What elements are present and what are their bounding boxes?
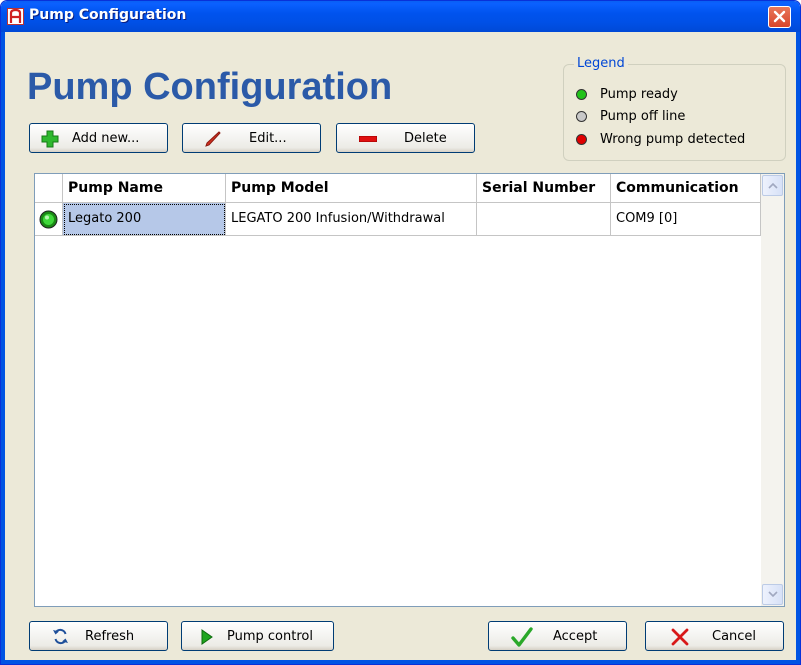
delete-button[interactable]: Delete [336, 123, 475, 153]
column-header-serial-number-label: Serial Number [482, 180, 596, 196]
legend-title: Legend [574, 56, 628, 71]
cancel-button[interactable]: Cancel [645, 621, 784, 651]
close-icon [773, 10, 786, 23]
window-frame-bottom [1, 660, 800, 664]
pump-model-value: LEGATO 200 Infusion/Withdrawal [231, 211, 445, 226]
minus-icon [359, 136, 377, 142]
column-header-pump-name[interactable]: Pump Name [63, 174, 226, 203]
app-letter-a-icon [7, 8, 24, 25]
vertical-scrollbar[interactable] [761, 174, 784, 606]
red-status-dot-icon [576, 134, 587, 145]
table-row-serial-number[interactable] [477, 203, 611, 236]
pump-control-label: Pump control [227, 629, 313, 644]
table-row-pump-name[interactable]: Legato 200 [63, 203, 226, 236]
window-title: Pump Configuration [29, 7, 187, 23]
plus-icon [41, 130, 59, 148]
scroll-down-button[interactable] [762, 584, 783, 605]
chevron-down-icon [768, 591, 778, 598]
scroll-up-button[interactable] [762, 175, 783, 196]
chevron-up-icon [768, 182, 778, 189]
pump-control-button[interactable]: Pump control [181, 621, 334, 651]
cancel-label: Cancel [712, 629, 757, 644]
add-new-button[interactable]: Add new... [29, 123, 168, 153]
refresh-icon [53, 628, 68, 645]
x-cancel-icon [671, 628, 689, 646]
column-header-pump-name-label: Pump Name [68, 180, 163, 196]
table-row-status-cell[interactable] [35, 203, 63, 236]
gray-status-dot-icon [576, 111, 587, 122]
column-header-serial-number[interactable]: Serial Number [477, 174, 611, 203]
pump-table[interactable]: Pump Name Pump Model Serial Number Commu… [34, 173, 785, 607]
column-header-pump-model[interactable]: Pump Model [226, 174, 477, 203]
refresh-label: Refresh [85, 629, 135, 644]
column-header-pump-model-label: Pump Model [231, 180, 329, 196]
add-new-label: Add new... [72, 131, 140, 146]
refresh-button[interactable]: Refresh [29, 621, 168, 651]
edit-label: Edit... [249, 131, 287, 146]
legend-label-offline: Pump off line [600, 109, 686, 124]
accept-label: Accept [553, 629, 598, 644]
communication-value: COM9 [0] [616, 211, 678, 226]
page-title: Pump Configuration [27, 66, 393, 108]
column-header-communication-label: Communication [616, 180, 739, 196]
dialog-window: Pump Configuration Pump Configuration Ad… [0, 0, 801, 665]
accept-button[interactable]: Accept [488, 621, 627, 651]
column-header-status[interactable] [35, 174, 63, 203]
play-icon [201, 629, 213, 645]
delete-label: Delete [404, 131, 447, 146]
legend-group: Legend Pump ready Pump off line Wrong pu… [563, 56, 786, 161]
close-button[interactable] [768, 6, 791, 28]
pump-ready-status-icon [39, 210, 58, 229]
table-row-communication[interactable]: COM9 [0] [611, 203, 761, 236]
column-header-communication[interactable]: Communication [611, 174, 761, 203]
window-frame-right [796, 32, 800, 664]
pump-name-value: Legato 200 [68, 211, 142, 226]
table-row-pump-model[interactable]: LEGATO 200 Infusion/Withdrawal [226, 203, 477, 236]
green-status-dot-icon [576, 89, 587, 100]
pencil-icon [205, 131, 221, 147]
legend-label-wrong: Wrong pump detected [600, 132, 746, 147]
legend-label-ready: Pump ready [600, 87, 678, 102]
window-frame-left [1, 32, 5, 664]
checkmark-icon [511, 627, 533, 647]
edit-button[interactable]: Edit... [182, 123, 321, 153]
title-bar[interactable]: Pump Configuration [1, 1, 800, 32]
